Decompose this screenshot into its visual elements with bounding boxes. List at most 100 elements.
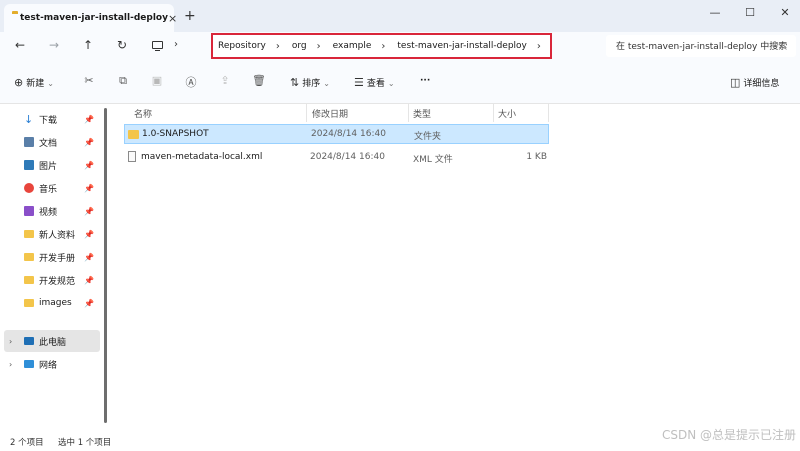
chevron-down-icon: ⌄ [387, 79, 395, 88]
pin-icon[interactable]: 📌 [84, 138, 94, 147]
chevron-right-icon[interactable]: › [174, 39, 178, 50]
address-bar[interactable]: Repository › org › example › test-maven-… [211, 33, 552, 59]
sidebar-scrollbar-thumb[interactable] [104, 108, 107, 423]
pin-icon[interactable]: 📌 [84, 230, 94, 239]
chevron-right-icon[interactable]: › [381, 41, 385, 52]
share-icon[interactable]: ⇪ [218, 74, 232, 87]
search-input[interactable]: 在 test-maven-jar-install-deploy 中搜索 [606, 35, 796, 57]
network-icon [24, 360, 34, 368]
sidebar-item-label: 网络 [39, 360, 58, 371]
sidebar-item-label: 开发手册 [39, 253, 76, 264]
file-modified: 2024/8/14 16:40 [310, 152, 385, 162]
sidebar-item-pictures[interactable]: 图片 📌 [4, 154, 100, 176]
sidebar-item-dev-manual[interactable]: 开发手册 📌 [4, 246, 100, 268]
table-row[interactable]: 1.0-SNAPSHOT 2024/8/14 16:40 文件夹 [124, 124, 549, 144]
pin-icon[interactable]: 📌 [84, 184, 94, 193]
view-label: 查看 [366, 79, 385, 89]
navigation-pane: ↓ 下载 📌 文档 📌 图片 📌 音乐 📌 视频 📌 新人资料 📌 开发手册 📌 开发规范 📌 i… [0, 104, 104, 430]
sidebar-item-music[interactable]: 音乐 📌 [4, 177, 100, 199]
sidebar-item-documents[interactable]: 文档 📌 [4, 131, 100, 153]
details-pane-icon: ◫ [730, 76, 741, 89]
pin-icon[interactable]: 📌 [84, 115, 94, 124]
column-divider[interactable] [493, 104, 494, 122]
column-header-type[interactable]: 类型 [413, 107, 431, 120]
sidebar-item-dev-standards[interactable]: 开发规范 📌 [4, 269, 100, 291]
picture-icon [24, 160, 34, 170]
sidebar-item-label: 下载 [39, 115, 58, 126]
forward-button[interactable]: → [46, 38, 62, 52]
sidebar-item-videos[interactable]: 视频 📌 [4, 200, 100, 222]
file-modified: 2024/8/14 16:40 [311, 129, 386, 139]
cut-icon[interactable]: ✂ [82, 74, 96, 87]
details-button[interactable]: ◫ 详细信息 [730, 76, 779, 89]
copy-icon[interactable]: ⧉ [116, 74, 130, 88]
minimize-button[interactable]: — [705, 6, 725, 19]
selection-count: 选中 1 个项目 [58, 438, 112, 448]
breadcrumb-org[interactable]: org [292, 41, 307, 51]
computer-icon[interactable] [152, 41, 163, 52]
paste-icon[interactable]: ▣ [150, 74, 164, 87]
sidebar-item-downloads[interactable]: ↓ 下载 📌 [4, 108, 100, 130]
column-divider[interactable] [408, 104, 409, 122]
chevron-right-icon[interactable]: › [317, 41, 321, 52]
sidebar-item-label: 图片 [39, 161, 58, 172]
breadcrumb-test-maven-jar-install-deploy[interactable]: test-maven-jar-install-deploy [397, 41, 527, 51]
file-size: 1 KB [526, 152, 547, 162]
sidebar-item-this-pc[interactable]: › 此电脑 [4, 330, 100, 352]
new-tab-button[interactable]: + [184, 8, 196, 24]
more-options-button[interactable]: ··· [420, 76, 430, 86]
column-divider[interactable] [548, 104, 549, 122]
close-tab-icon[interactable]: × [168, 12, 177, 25]
sidebar-item-label: 此电脑 [39, 337, 67, 348]
chevron-right-icon[interactable]: › [537, 41, 541, 52]
column-divider[interactable] [306, 104, 307, 122]
delete-icon[interactable]: 🗑 [252, 74, 266, 87]
pin-icon[interactable]: 📌 [84, 299, 94, 308]
sidebar-item-newcomer-materials[interactable]: 新人资料 📌 [4, 223, 100, 245]
xml-file-icon [128, 151, 136, 162]
table-row[interactable]: maven-metadata-local.xml 2024/8/14 16:40… [124, 148, 549, 168]
music-icon [24, 183, 34, 193]
chevron-down-icon: ⌄ [323, 79, 330, 88]
watermark: CSDN @总是提示已注册 [661, 428, 796, 442]
pin-icon[interactable]: 📌 [84, 161, 94, 170]
file-list: 名称 修改日期 类型 大小 1.0-SNAPSHOT 2024/8/14 16:… [110, 104, 800, 430]
file-name: 1.0-SNAPSHOT [142, 129, 209, 139]
up-button[interactable]: ↑ [80, 38, 96, 52]
document-icon [24, 137, 34, 147]
plus-circle-icon: ⊕ [14, 76, 24, 89]
tab-title: test-maven-jar-install-deploy [20, 13, 168, 23]
folder-icon [24, 299, 34, 307]
refresh-button[interactable]: ↻ [114, 38, 130, 52]
chevron-down-icon: ⌄ [47, 79, 54, 88]
close-window-button[interactable]: ✕ [775, 6, 795, 19]
chevron-right-icon[interactable]: › [9, 337, 12, 346]
pin-icon[interactable]: 📌 [84, 207, 94, 216]
maximize-button[interactable]: ☐ [740, 6, 760, 19]
sidebar-item-network[interactable]: › 网络 [4, 353, 100, 375]
sort-button[interactable]: ⇅ 排序 ⌄ [290, 76, 330, 89]
view-icon: ☰ [354, 76, 364, 89]
rename-icon[interactable]: Ⓐ [184, 74, 198, 90]
sidebar-item-label: images [39, 298, 72, 308]
tab-bar: test-maven-jar-install-deploy × + — ☐ ✕ [0, 0, 800, 32]
sidebar-item-label: 开发规范 [39, 276, 76, 287]
pin-icon[interactable]: 📌 [84, 276, 94, 285]
breadcrumb-repository[interactable]: Repository [218, 41, 266, 51]
folder-icon [24, 276, 34, 284]
view-button[interactable]: ☰ 查看 ⌄ [354, 76, 395, 89]
back-button[interactable]: ← [12, 38, 28, 52]
new-button[interactable]: ⊕ 新建 ⌄ [14, 76, 54, 89]
sidebar-item-images[interactable]: images 📌 [4, 292, 100, 314]
column-header-size[interactable]: 大小 [498, 107, 516, 120]
chevron-right-icon[interactable]: › [276, 41, 280, 52]
pin-icon[interactable]: 📌 [84, 253, 94, 262]
tab-current-folder[interactable]: test-maven-jar-install-deploy × [4, 4, 177, 32]
file-name: maven-metadata-local.xml [141, 152, 263, 162]
chevron-right-icon[interactable]: › [9, 360, 12, 369]
column-header-modified[interactable]: 修改日期 [312, 107, 348, 120]
breadcrumb-example[interactable]: example [333, 41, 372, 51]
sidebar-item-label: 音乐 [39, 184, 58, 195]
column-header-name[interactable]: 名称 [134, 107, 152, 120]
video-icon [24, 206, 34, 216]
